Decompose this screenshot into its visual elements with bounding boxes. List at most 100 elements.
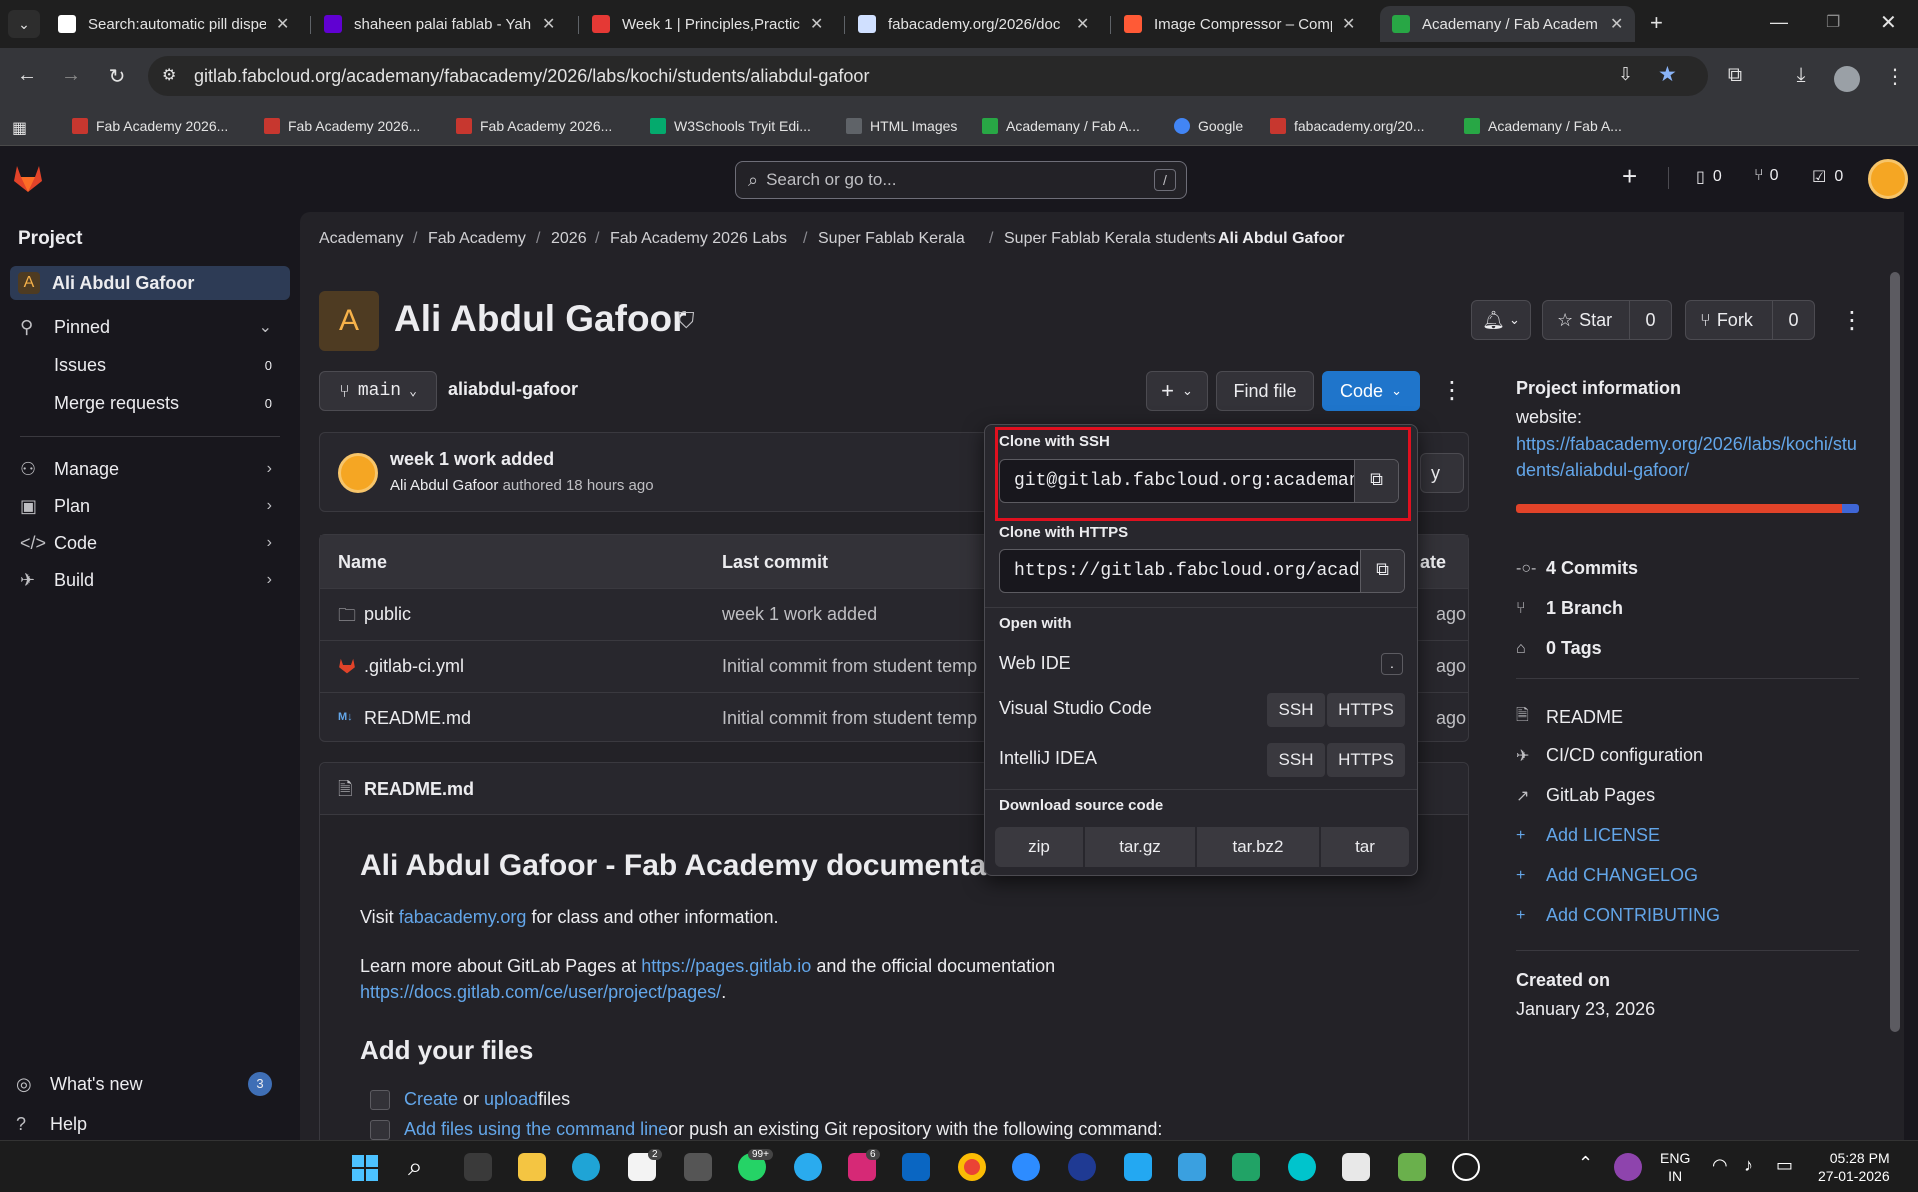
add-dropdown-button[interactable]: + ⌄	[1146, 371, 1208, 411]
notification-button[interactable]: 🔔︎ ⌄	[1471, 300, 1531, 340]
vscode-https-button[interactable]: HTTPS	[1327, 693, 1405, 727]
create-new-icon[interactable]: +	[1622, 161, 1637, 192]
edge-icon[interactable]	[572, 1153, 600, 1181]
tab-list-button[interactable]: ⌄	[8, 10, 40, 38]
tab-close-icon[interactable]: ✕	[810, 14, 823, 34]
sidebar-item-pinned[interactable]: ⚲ Pinned ⌄	[20, 310, 286, 344]
wifi-icon[interactable]: ◠	[1712, 1155, 1728, 1176]
bookmark[interactable]: HTML Images	[846, 118, 957, 134]
file-commit[interactable]: week 1 work added	[722, 604, 877, 625]
checkbox[interactable]	[370, 1119, 390, 1140]
commit-author[interactable]: Ali Abdul Gafoor	[390, 477, 498, 494]
vscode-ssh-button[interactable]: SSH	[1267, 693, 1325, 727]
app-icon[interactable]	[684, 1153, 712, 1181]
bookmark-star-icon[interactable]: ★	[1658, 62, 1677, 87]
sidebar-item-whats-new[interactable]: ◎ What's new 3	[16, 1067, 282, 1101]
breadcrumb-item[interactable]: Fab Academy	[428, 230, 526, 248]
clone-ssh-field[interactable]: git@gitlab.fabcloud.org:academany/fabaca…	[999, 459, 1399, 503]
download-tar-button[interactable]: tar	[1321, 827, 1409, 867]
add-license-link[interactable]: + Add LICENSE	[1516, 825, 1660, 846]
chrome-icon[interactable]	[958, 1153, 986, 1181]
linkedin-icon[interactable]	[902, 1153, 930, 1181]
repo-more-icon[interactable]: ⋮	[1440, 376, 1464, 405]
merge-requests-counter[interactable]: ⑂ 0	[1754, 167, 1779, 185]
file-commit[interactable]: Initial commit from student temp	[722, 656, 977, 677]
browser-tab[interactable]: Image Compressor – Comp ✕	[1112, 6, 1367, 42]
todos-counter[interactable]: ☑ 0	[1812, 167, 1843, 187]
star-button[interactable]: ☆ Star 0	[1542, 300, 1672, 340]
tab-close-icon[interactable]: ✕	[1076, 14, 1089, 34]
app-icon[interactable]	[1068, 1153, 1096, 1181]
install-app-icon[interactable]: ⇩	[1618, 64, 1633, 85]
file-name[interactable]: README.md	[364, 708, 471, 729]
clone-https-field[interactable]: https://gitlab.fabcloud.org/academany/fa…	[999, 549, 1405, 593]
fabacademy-link[interactable]: fabacademy.org	[399, 907, 527, 927]
download-zip-button[interactable]: zip	[995, 827, 1083, 867]
tray-app-icon[interactable]	[1614, 1153, 1642, 1181]
chatgpt-icon[interactable]	[1452, 1153, 1480, 1181]
sidebar-item-build[interactable]: ✈ Build ›	[20, 563, 286, 597]
start-icon[interactable]	[352, 1155, 378, 1181]
website-link[interactable]: https://fabacademy.org/2026/labs/kochi/s…	[1516, 431, 1866, 483]
app-icon[interactable]	[1232, 1153, 1260, 1181]
search-taskbar-icon[interactable]: ⌕	[408, 1151, 423, 1183]
bookmark[interactable]: Google	[1174, 118, 1243, 134]
sidebar-item-manage[interactable]: ⚇ Manage ›	[20, 452, 286, 486]
tab-close-icon[interactable]: ✕	[1342, 14, 1355, 34]
gitlab-logo-icon[interactable]	[12, 163, 44, 193]
scrollbar[interactable]	[1890, 272, 1900, 1032]
sidebar-item-merge-requests[interactable]: Merge requests 0	[20, 386, 286, 420]
app-icon[interactable]	[1342, 1153, 1370, 1181]
bookmark[interactable]: Academany / Fab A...	[1464, 118, 1622, 134]
commit-message[interactable]: week 1 work added	[390, 449, 554, 470]
canva-icon[interactable]	[1288, 1153, 1316, 1181]
back-icon[interactable]: ←	[12, 64, 42, 87]
site-info-icon[interactable]: ⚙	[162, 65, 176, 85]
new-tab-button[interactable]: +	[1650, 10, 1663, 36]
tab-close-icon[interactable]: ✕	[1610, 14, 1623, 34]
sidebar-item-help[interactable]: ? Help	[16, 1107, 282, 1141]
bookmark[interactable]: Academany / Fab A...	[982, 118, 1140, 134]
copy-https-icon[interactable]: ⧉	[1360, 550, 1404, 592]
browser-tab[interactable]: fabacademy.org/2026/doc ✕	[846, 6, 1101, 42]
breadcrumb-item[interactable]: Super Fablab Kerala	[818, 230, 965, 248]
download-targz-button[interactable]: tar.gz	[1085, 827, 1195, 867]
add-contributing-link[interactable]: + Add CONTRIBUTING	[1516, 905, 1720, 926]
menu-icon[interactable]: ⋮	[1880, 64, 1910, 89]
sidebar-item-plan[interactable]: ▣ Plan ›	[20, 489, 286, 523]
commits-link[interactable]: -○- 4 Commits	[1516, 558, 1638, 579]
cicd-link[interactable]: ✈ CI/CD configuration	[1516, 745, 1703, 766]
add-changelog-link[interactable]: + Add CHANGELOG	[1516, 865, 1698, 886]
clock[interactable]: 05:28 PM 27-01-2026	[1818, 1149, 1890, 1185]
global-search-input[interactable]: ⌕ Search or go to... /	[735, 161, 1187, 199]
bookmark[interactable]: fabacademy.org/20...	[1270, 118, 1424, 134]
telegram-icon[interactable]	[794, 1153, 822, 1181]
sidebar-item-code[interactable]: </> Code ›	[20, 526, 286, 560]
downloads-icon[interactable]: ⤓	[1786, 64, 1816, 87]
forward-icon[interactable]: →	[56, 64, 86, 87]
tab-close-icon[interactable]: ✕	[542, 14, 555, 34]
bookmark[interactable]: Fab Academy 2026...	[264, 118, 420, 134]
issues-counter[interactable]: ▯ 0	[1696, 167, 1722, 187]
more-actions-icon[interactable]: ⋮	[1840, 306, 1864, 335]
sidebar-project-item[interactable]: A Ali Abdul Gafoor	[10, 266, 290, 300]
app-icon[interactable]	[1178, 1153, 1206, 1181]
battery-icon[interactable]: ▭	[1776, 1155, 1793, 1176]
file-name[interactable]: public	[364, 604, 411, 625]
chevron-up-icon[interactable]: ⌃	[1578, 1153, 1593, 1174]
history-button[interactable]: y	[1420, 453, 1464, 493]
intellij-ssh-button[interactable]: SSH	[1267, 743, 1325, 777]
browser-tab[interactable]: shaheen palai fablab - Yah ✕	[312, 6, 567, 42]
web-ide-option[interactable]: Web IDE	[999, 653, 1071, 674]
task-view-icon[interactable]	[464, 1153, 492, 1181]
file-commit[interactable]: Initial commit from student temp	[722, 708, 977, 729]
address-bar[interactable]: ⚙ gitlab.fabcloud.org/academany/fabacade…	[148, 56, 1708, 96]
minimize-button[interactable]: —	[1770, 12, 1788, 33]
sidebar-item-issues[interactable]: Issues 0	[20, 348, 286, 382]
apps-icon[interactable]: ▦	[12, 118, 27, 138]
zoom-icon[interactable]	[1012, 1153, 1040, 1181]
pages-link[interactable]: ↗ GitLab Pages	[1516, 785, 1655, 806]
fork-button[interactable]: ⑂ Fork 0	[1685, 300, 1815, 340]
download-tarbz2-button[interactable]: tar.bz2	[1197, 827, 1319, 867]
file-name[interactable]: .gitlab-ci.yml	[364, 656, 464, 677]
